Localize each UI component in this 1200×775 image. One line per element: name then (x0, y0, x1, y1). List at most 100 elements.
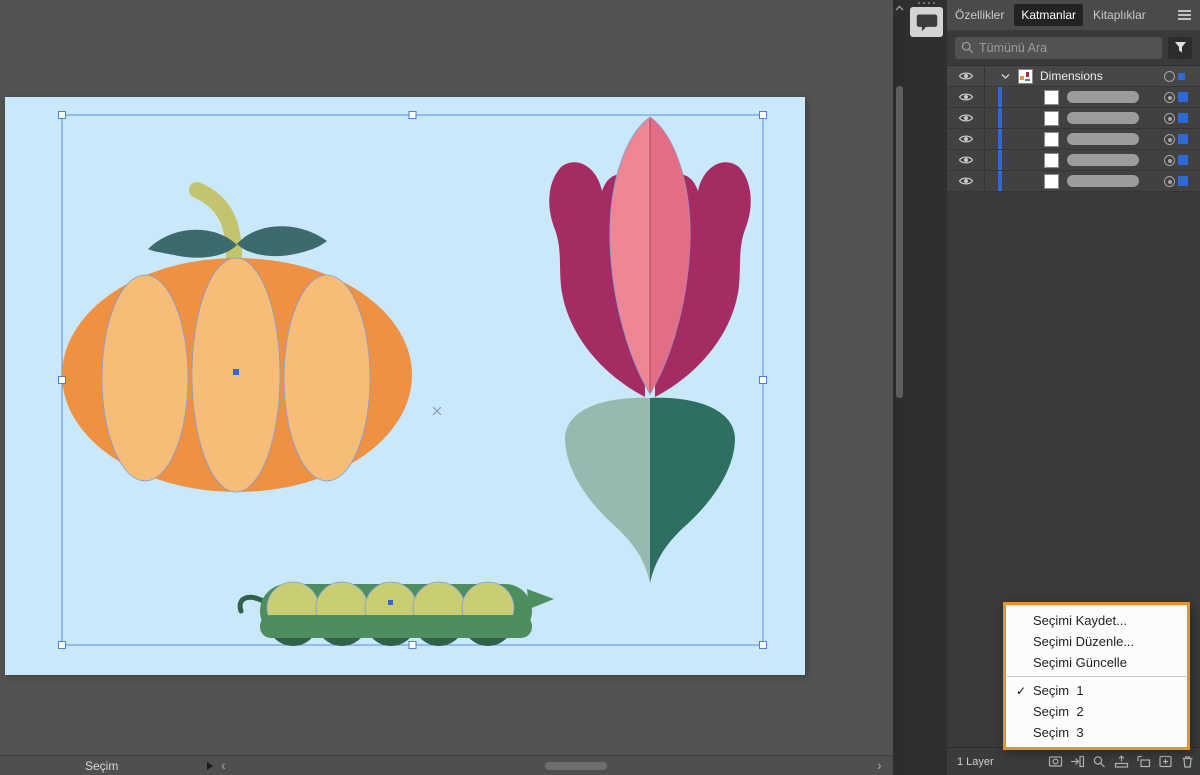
layer-row-dimensions[interactable]: Dimensions (947, 66, 1200, 87)
artwork (58, 111, 767, 649)
target-circle-icon[interactable] (1164, 155, 1175, 166)
layer-name[interactable]: Dimensions (1040, 69, 1103, 83)
layer-count-label: 1 Layer (957, 756, 994, 768)
target-circle-icon[interactable] (1164, 71, 1175, 82)
menu-item-label: Seçimi Güncelle (1033, 655, 1127, 670)
layers-panel-status-bar: 1 Layer (947, 747, 1200, 775)
tab-libraries[interactable]: Kitaplıklar (1093, 8, 1146, 22)
layers-list: Dimensions (947, 66, 1200, 192)
vertical-scrollbar[interactable] (893, 0, 906, 775)
pod-stem-curl[interactable] (237, 594, 266, 614)
object-label-placeholder (1067, 91, 1139, 103)
object-label-placeholder (1067, 133, 1139, 145)
layer-color-bar (998, 171, 1002, 191)
object-thumbnail[interactable] (1044, 173, 1059, 189)
pumpkin-lobe-right[interactable] (283, 274, 371, 482)
object-thumbnail[interactable] (1044, 131, 1059, 147)
menu-item[interactable]: Seçimi Düzenle... (1006, 631, 1187, 652)
pumpkin-leaf-right[interactable] (237, 226, 327, 257)
layer-thumbnail[interactable] (1018, 68, 1033, 84)
menu-item-label: Seçim 3 (1033, 725, 1084, 740)
menu-item-label: Seçimi Düzenle... (1033, 634, 1135, 649)
visibility-toggle[interactable] (947, 150, 985, 170)
search-input[interactable]: Tümünü Ara (955, 36, 1162, 59)
new-layer-icon[interactable] (1158, 755, 1173, 768)
layer-color-bar (998, 129, 1002, 149)
object-thumbnail[interactable] (1044, 152, 1059, 168)
vertical-scrollbar-thumb[interactable] (896, 86, 903, 398)
enter-isolation-icon[interactable] (1070, 755, 1085, 768)
comments-panel-button[interactable] (910, 7, 943, 37)
new-sublayer-icon[interactable] (1136, 755, 1151, 768)
pumpkin-lobe-left[interactable] (101, 274, 189, 482)
check-icon: ✓ (1016, 683, 1027, 698)
menu-item-label: Seçim 1 (1033, 683, 1084, 698)
pod-front-lip[interactable] (260, 615, 532, 638)
canvas-area[interactable]: Seçim ‹ › (0, 0, 893, 775)
delete-selection-icon[interactable] (1180, 755, 1195, 768)
selection-indicator[interactable] (1178, 155, 1188, 165)
menu-separator (1007, 676, 1186, 677)
object-label-placeholder (1067, 154, 1139, 166)
horizontal-scrollbar-thumb[interactable] (545, 762, 607, 770)
object-thumbnail[interactable] (1044, 110, 1059, 126)
anchor-point[interactable] (233, 369, 239, 375)
make-clipping-mask-icon[interactable] (1048, 755, 1063, 768)
artboard[interactable] (5, 97, 805, 675)
menu-item-label: Seçim 2 (1033, 704, 1084, 719)
selection-indicator[interactable] (1178, 134, 1188, 144)
sublayer-row[interactable] (947, 150, 1200, 171)
filter-button[interactable] (1168, 36, 1192, 59)
visibility-toggle[interactable] (947, 87, 985, 107)
selection-indicator[interactable] (1178, 113, 1188, 123)
locate-object-icon[interactable] (1092, 755, 1107, 768)
menu-item[interactable]: Seçim 3 (1006, 722, 1187, 743)
target-circle-icon[interactable] (1164, 113, 1175, 124)
panel-dock-strip (906, 0, 947, 775)
visibility-toggle[interactable] (947, 129, 985, 149)
pea-pod-illustration[interactable] (237, 581, 554, 646)
visibility-toggle[interactable] (947, 171, 985, 191)
tab-properties[interactable]: Özellikler (955, 8, 1004, 22)
sublayer-row[interactable] (947, 108, 1200, 129)
sublayer-row[interactable] (947, 129, 1200, 150)
visibility-toggle[interactable] (947, 66, 985, 86)
menu-item[interactable]: ✓ Seçim 1 (1006, 680, 1187, 701)
anchor-point[interactable] (388, 600, 393, 605)
canvas-status-bar: Seçim ‹ › (0, 755, 893, 775)
panel-menu-icon[interactable] (1178, 10, 1191, 20)
menu-item-label: Seçimi Kaydet... (1033, 613, 1127, 628)
menu-item[interactable]: Seçimi Kaydet... (1006, 610, 1187, 631)
object-label-placeholder (1067, 112, 1139, 124)
sublayer-row[interactable] (947, 171, 1200, 192)
target-circle-icon[interactable] (1164, 92, 1175, 103)
pumpkin-leaf-left[interactable] (148, 229, 237, 258)
object-thumbnail[interactable] (1044, 89, 1059, 105)
object-label-placeholder (1067, 175, 1139, 187)
scroll-right-icon[interactable]: › (877, 756, 882, 775)
sublayer-row[interactable] (947, 87, 1200, 108)
selection-indicator[interactable] (1178, 92, 1188, 102)
status-flyout-arrow-icon[interactable] (207, 762, 213, 770)
target-circle-icon[interactable] (1164, 176, 1175, 187)
chevron-down-icon[interactable] (1001, 73, 1010, 79)
collect-for-export-icon[interactable] (1114, 755, 1129, 768)
selection-context-menu: Seçimi Kaydet... Seçimi Düzenle... Seçimi … (1003, 602, 1190, 750)
menu-item[interactable]: Seçimi Güncelle (1006, 652, 1187, 673)
layer-color-bar (998, 87, 1002, 107)
selection-indicator[interactable] (1178, 73, 1185, 80)
beet-root-right[interactable] (650, 397, 735, 583)
tab-layers[interactable]: Katmanlar (1014, 4, 1084, 26)
beet-root-left[interactable] (565, 397, 650, 583)
scroll-left-icon[interactable]: ‹ (221, 756, 226, 775)
scroll-up-icon[interactable] (895, 5, 904, 11)
menu-item[interactable]: Seçim 2 (1006, 701, 1187, 722)
selection-indicator[interactable] (1178, 176, 1188, 186)
beet-illustration[interactable] (549, 116, 751, 583)
target-circle-icon[interactable] (1164, 134, 1175, 145)
visibility-toggle[interactable] (947, 108, 985, 128)
current-tool-label: Seçim (85, 759, 119, 773)
layer-color-bar (998, 108, 1002, 128)
dock-drag-handle-icon[interactable] (906, 2, 947, 4)
pumpkin-illustration[interactable] (62, 182, 412, 493)
